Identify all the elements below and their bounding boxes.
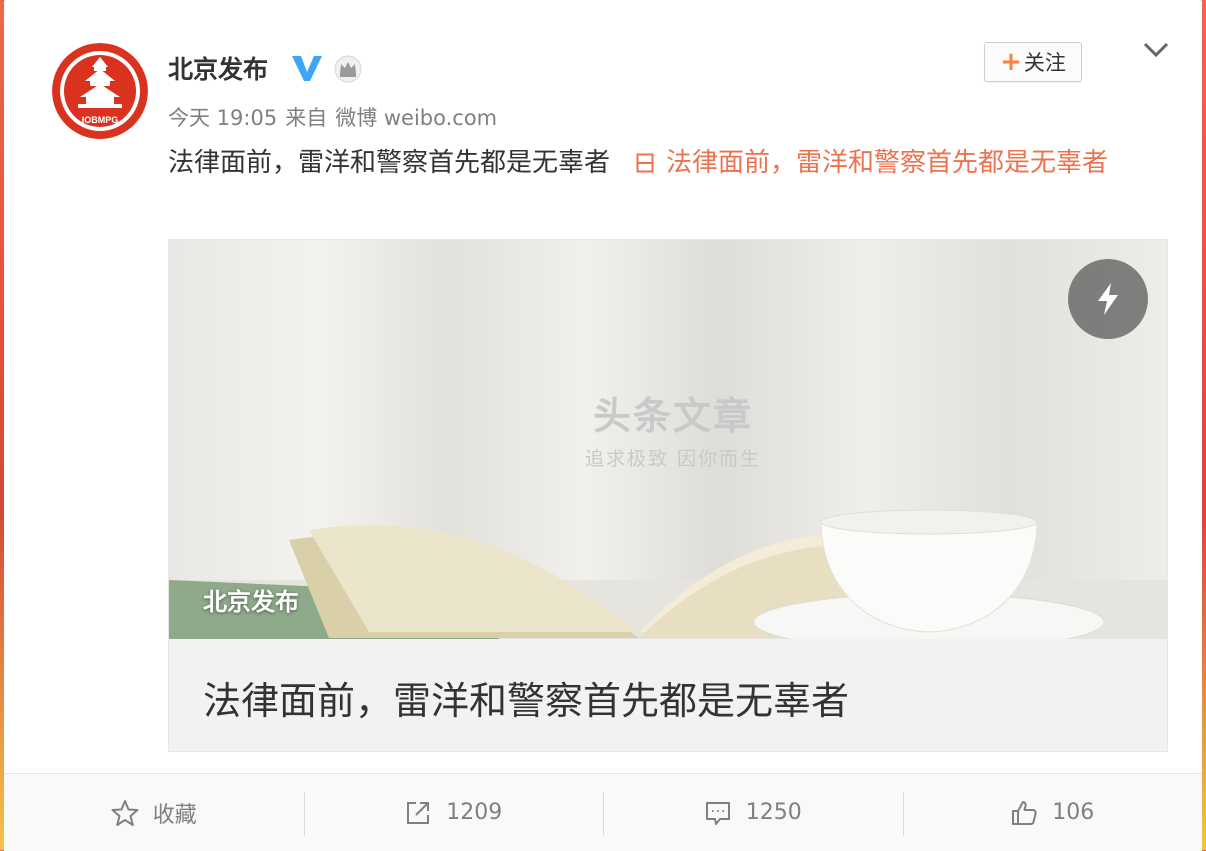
verified-v-icon [292, 56, 322, 81]
weibo-post-card: IOBMPG 北京发布 今天 19:05 来自 微博 weibo.com + 关注 … [4, 0, 1202, 851]
comment-button[interactable]: 1250 [603, 774, 903, 851]
comment-count: 1250 [745, 800, 802, 825]
username[interactable]: 北京发布 [168, 50, 268, 86]
crown-icon[interactable] [334, 55, 362, 83]
article-link[interactable]: 法律面前，雷洋和警察首先都是无辜者 [636, 148, 1108, 178]
beijing-logo-icon: IOBMPG [52, 43, 148, 139]
post-source[interactable]: 微博 weibo.com [335, 106, 497, 130]
follow-label: 关注 [1023, 51, 1066, 75]
action-bar: 收藏 1209 1250 106 [4, 773, 1202, 851]
like-button[interactable]: 106 [902, 774, 1203, 851]
from-label: 来自 [285, 106, 328, 130]
flash-button[interactable] [1068, 259, 1148, 339]
cover-source-label: 北京发布 [203, 588, 299, 616]
favorite-button[interactable]: 收藏 [4, 774, 304, 851]
like-count: 106 [1052, 800, 1095, 825]
article-title: 法律面前，雷洋和警察首先都是无辜者 [203, 679, 850, 723]
repost-button[interactable]: 1209 [303, 774, 604, 851]
plus-icon: + [1000, 47, 1022, 77]
comment-icon [705, 801, 730, 825]
chevron-down-icon[interactable] [1142, 40, 1170, 60]
post-meta: 今天 19:05 来自 微博 weibo.com [168, 102, 505, 132]
article-cover-image: 头条文章 追求极致 因你而生 北京发布 [169, 240, 1167, 639]
post-text: 法律面前，雷洋和警察首先都是无辜者 法律面前，雷洋和警察首先都是无辜者 [168, 140, 1168, 186]
article-card[interactable]: 头条文章 追求极致 因你而生 北京发布 法律面前，雷洋和警察首先都是无辜者 [168, 239, 1168, 752]
post-body: 法律面前，雷洋和警察首先都是无辜者 [168, 148, 611, 178]
avatar[interactable]: IOBMPG [52, 43, 148, 139]
watermark-subtitle: 追求极致 因你而生 [584, 448, 762, 470]
watermark-title: 头条文章 [592, 394, 753, 438]
svg-text:IOBMPG: IOBMPG [82, 115, 119, 125]
favorite-label: 收藏 [152, 802, 197, 828]
toutiao-watermark: 头条文章 追求极致 因你而生 [573, 385, 773, 471]
repost-count: 1209 [446, 800, 503, 825]
star-icon [111, 799, 139, 826]
article-icon [636, 153, 654, 173]
lightning-icon [1098, 283, 1118, 315]
thumbs-up-icon [1012, 800, 1037, 825]
follow-button[interactable]: + 关注 [984, 42, 1082, 82]
share-icon [407, 801, 430, 824]
article-link-text: 法律面前，雷洋和警察首先都是无辜者 [666, 148, 1109, 178]
post-time[interactable]: 今天 19:05 [168, 106, 277, 130]
